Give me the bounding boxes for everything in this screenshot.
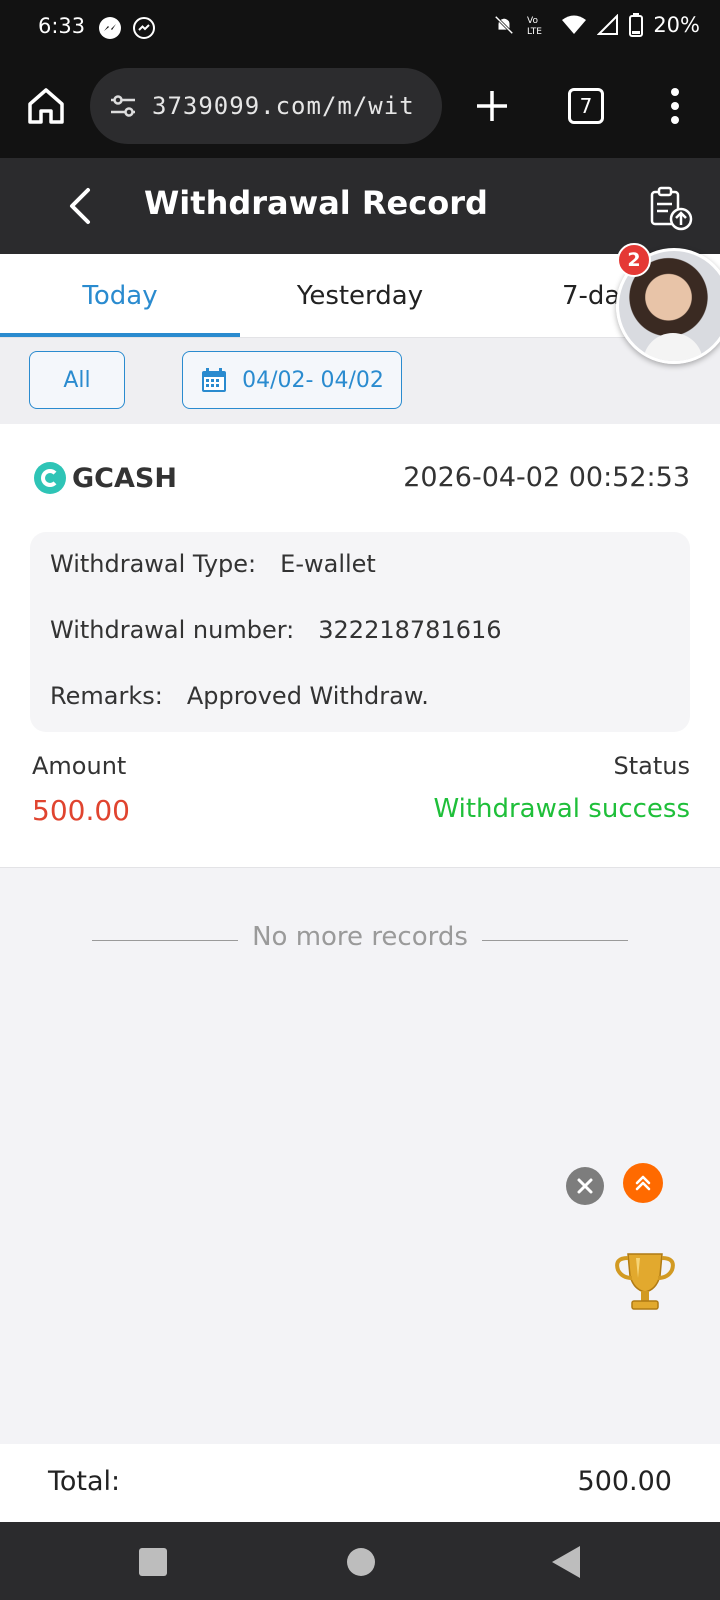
- trophy-icon[interactable]: [610, 1246, 680, 1316]
- payment-method: GCASH: [72, 462, 177, 494]
- filter-all-label: All: [63, 367, 91, 393]
- svg-text:LTE: LTE: [527, 27, 542, 37]
- total-value: 500.00: [577, 1466, 672, 1497]
- status-value: Withdrawal success: [433, 794, 690, 824]
- back-button[interactable]: [552, 1546, 580, 1578]
- record-details: Withdrawal Type: E-wallet Withdrawal numb…: [30, 532, 690, 732]
- system-nav-bar: [0, 1522, 720, 1600]
- withdrawal-number-value: 322218781616: [318, 616, 502, 644]
- date-tabs: Today Yesterday 7-da: [0, 254, 720, 338]
- tab-today[interactable]: Today: [0, 254, 240, 338]
- status-time: 6:33: [38, 14, 86, 38]
- status-label: Status: [613, 752, 690, 780]
- volte-icon: VoLTE: [527, 16, 542, 37]
- withdrawal-type-label: Withdrawal Type:: [50, 550, 257, 578]
- double-chevron-up-icon: [635, 1175, 651, 1191]
- app-header: Withdrawal Record: [0, 158, 720, 254]
- home-icon[interactable]: [24, 84, 68, 128]
- end-of-list: No more records: [0, 920, 720, 960]
- battery-icon: [629, 13, 644, 37]
- gcash-logo: GCASH: [34, 462, 177, 494]
- filter-row: All 04/02- 04/02: [0, 338, 720, 424]
- remarks-row: Remarks: Approved Withdraw.: [50, 682, 429, 710]
- withdrawal-number-row: Withdrawal number: 322218781616: [50, 616, 502, 644]
- divider-line-left: [92, 940, 238, 941]
- clipboard-upload-icon[interactable]: [646, 184, 694, 232]
- scroll-top-button[interactable]: [623, 1163, 663, 1203]
- chat-unread-badge: 2: [617, 243, 651, 277]
- tab-switcher-button[interactable]: 7: [568, 88, 604, 124]
- total-label: Total:: [48, 1466, 121, 1497]
- close-float-button[interactable]: [566, 1167, 604, 1205]
- url-bar[interactable]: 3739099.com/m/wit: [90, 68, 442, 144]
- divider-line-right: [482, 940, 628, 941]
- remarks-label: Remarks:: [50, 682, 163, 710]
- status-bar: 6:33 Vo LTE 20%: [0, 0, 720, 56]
- withdrawal-type-row: Withdrawal Type: E-wallet: [50, 550, 376, 578]
- signal-icon: [597, 14, 619, 35]
- wifi-icon: [562, 15, 587, 34]
- amount-label: Amount: [32, 752, 127, 780]
- back-arrow-icon[interactable]: [60, 184, 100, 228]
- tab-yesterday[interactable]: Yesterday: [240, 254, 480, 338]
- svg-text:Vo: Vo: [527, 16, 538, 26]
- gcash-icon: [34, 462, 66, 494]
- calendar-icon: [202, 368, 227, 392]
- withdrawal-type-value: E-wallet: [280, 550, 376, 578]
- messenger-outline-icon: [133, 17, 155, 39]
- new-tab-icon[interactable]: [472, 86, 512, 126]
- remarks-value: Approved Withdraw.: [186, 682, 429, 710]
- date-range-button[interactable]: 04/02- 04/02: [182, 351, 402, 409]
- withdrawal-number-label: Withdrawal number:: [50, 616, 295, 644]
- withdrawal-record-card: GCASH 2026-04-02 00:52:53 Withdrawal Typ…: [0, 424, 720, 868]
- url-text: 3739099.com/m/wit: [152, 92, 415, 120]
- no-more-records-text: No more records: [252, 922, 468, 952]
- close-icon: [577, 1178, 593, 1194]
- total-bar: Total: 500.00: [0, 1444, 720, 1522]
- record-datetime: 2026-04-02 00:52:53: [403, 462, 690, 493]
- recents-button[interactable]: [139, 1548, 167, 1576]
- battery-percent: 20%: [653, 13, 700, 37]
- tab-count: 7: [579, 94, 593, 118]
- more-menu-icon[interactable]: [660, 84, 690, 128]
- filter-all-button[interactable]: All: [29, 351, 125, 409]
- home-button[interactable]: [347, 1548, 375, 1576]
- page-title: Withdrawal Record: [144, 184, 488, 222]
- site-settings-icon[interactable]: [108, 91, 138, 121]
- date-range-label: 04/02- 04/02: [242, 367, 384, 393]
- mute-icon: [495, 15, 514, 35]
- amount-value: 500.00: [32, 794, 130, 827]
- messenger-icon: [99, 17, 121, 39]
- browser-toolbar: 3739099.com/m/wit 7: [0, 56, 720, 158]
